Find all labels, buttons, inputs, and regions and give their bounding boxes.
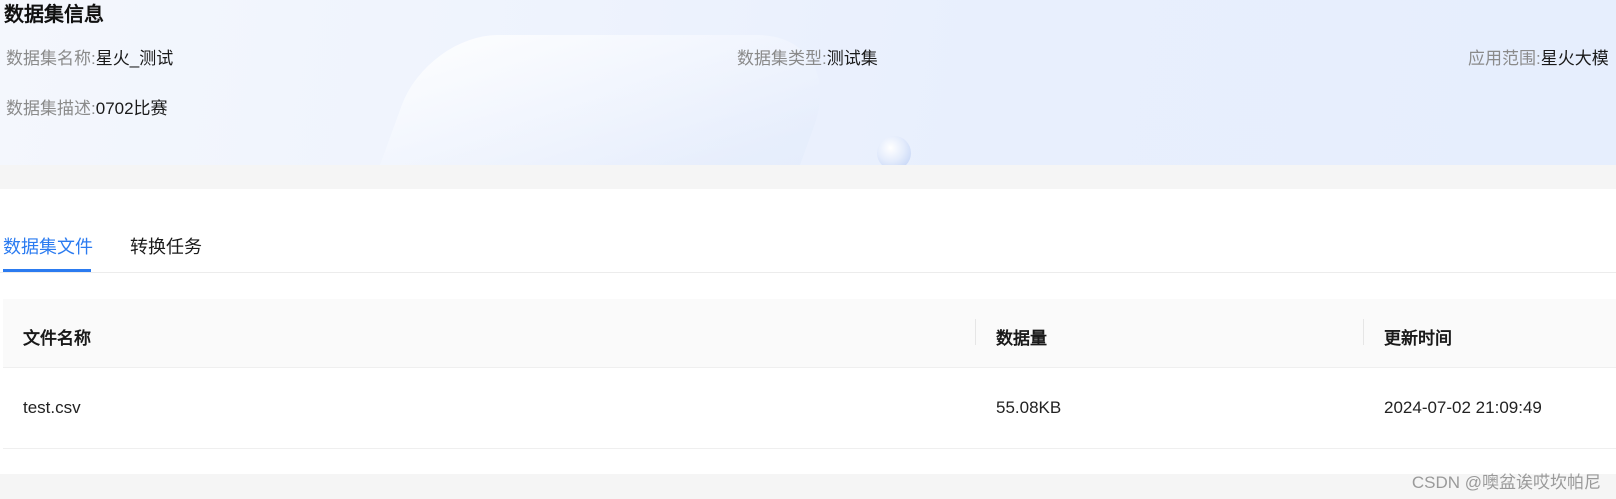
dataset-type-field: 数据集类型:测试集 <box>737 44 878 69</box>
dataset-type-value: 测试集 <box>826 49 878 68</box>
cell-data-size: 55.08KB <box>996 398 1062 417</box>
tab-dataset-files[interactable]: 数据集文件 <box>3 233 93 259</box>
app-scope-value: 星火大模 <box>1540 49 1609 68</box>
app-scope-field: 应用范围:星火大模 <box>1468 44 1609 69</box>
dataset-name-field: 数据集名称:星火_测试 <box>6 44 173 69</box>
table-row[interactable]: test.csv 55.08KB 2024-07-02 21:09:49 <box>3 368 1616 449</box>
column-header-updated-time: 更新时间 <box>1384 329 1452 348</box>
dataset-files-panel: 数据集文件 转换任务 文件名称 数据量 更新时间 test.csv 55.08K… <box>0 189 1616 474</box>
active-tab-indicator <box>3 269 91 272</box>
tab-conversion-tasks[interactable]: 转换任务 <box>130 233 202 259</box>
dataset-info-panel: 数据集信息 数据集名称:星火_测试 数据集类型:测试集 应用范围:星火大模 数据… <box>0 0 1616 165</box>
column-divider <box>1363 319 1364 345</box>
dataset-name-label: 数据集名称: <box>6 49 96 68</box>
dataset-name-value: 星火_测试 <box>95 49 174 68</box>
column-header-file-name: 文件名称 <box>23 329 91 348</box>
dataset-desc-field: 数据集描述:0702比赛 <box>6 94 168 119</box>
cell-file-name: test.csv <box>23 398 81 417</box>
app-scope-label: 应用范围: <box>1468 49 1541 68</box>
info-title: 数据集信息 <box>4 4 104 26</box>
dataset-desc-value: 0702比赛 <box>95 99 168 118</box>
dataset-desc-label: 数据集描述: <box>6 99 96 118</box>
tab-bar: 数据集文件 转换任务 <box>0 189 1616 273</box>
cell-updated-time: 2024-07-02 21:09:49 <box>1384 398 1542 417</box>
table-header: 文件名称 数据量 更新时间 <box>3 299 1616 368</box>
column-header-data-size: 数据量 <box>996 329 1047 348</box>
watermark: CSDN @噢盆诶哎坎帕尼 <box>1411 473 1601 492</box>
column-divider <box>975 319 976 345</box>
dataset-type-label: 数据集类型: <box>737 49 827 68</box>
files-table: 文件名称 数据量 更新时间 test.csv 55.08KB 2024-07-0… <box>3 299 1616 449</box>
decorative-orb <box>877 136 911 165</box>
